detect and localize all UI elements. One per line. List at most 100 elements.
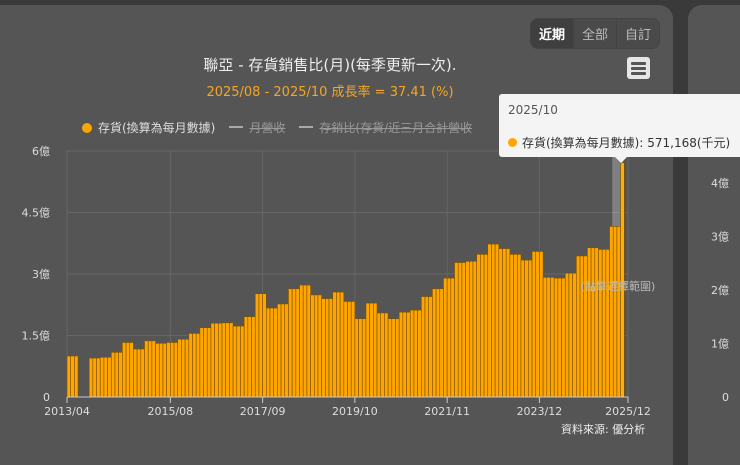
bar — [74, 355, 79, 398]
right-y-tick-label: 2億 — [711, 284, 729, 297]
bar — [616, 226, 621, 398]
bar — [310, 294, 315, 398]
bar — [502, 248, 507, 398]
bar — [144, 340, 149, 398]
bar — [210, 322, 215, 398]
bar — [609, 226, 614, 398]
bar — [203, 327, 208, 398]
x-tick-label: 2025/12 — [605, 405, 651, 418]
bar — [432, 288, 437, 398]
bar — [325, 298, 330, 398]
bar — [365, 302, 370, 398]
bar — [277, 303, 282, 398]
data-source: 資料來源: 優分析 — [561, 423, 646, 436]
right-y-tick-label: 4億 — [711, 177, 729, 190]
bar — [88, 357, 94, 398]
bar — [118, 352, 123, 398]
bar — [612, 226, 618, 398]
bar — [173, 342, 179, 398]
bar — [553, 277, 559, 398]
bar — [295, 288, 300, 398]
y-tick-label: 4.5億 — [22, 207, 51, 220]
bar — [605, 249, 610, 398]
bar — [428, 296, 433, 398]
bar — [240, 325, 245, 398]
bar — [136, 348, 142, 398]
x-tick-label: 2013/04 — [44, 405, 90, 418]
bar — [535, 251, 540, 398]
bar — [195, 333, 201, 398]
bar — [114, 352, 119, 398]
bar — [151, 340, 156, 398]
bar — [336, 291, 341, 398]
bar — [177, 338, 182, 398]
bar — [483, 254, 489, 398]
bar — [494, 243, 500, 398]
bar — [192, 333, 197, 398]
bar — [557, 277, 562, 398]
bar — [373, 302, 378, 398]
bar — [291, 288, 297, 398]
bar — [247, 316, 252, 398]
bar — [421, 296, 426, 398]
bar — [147, 340, 153, 398]
chart-svg: 0 1.5億 3億 4.5億 6億 2013/04 2015/08 2017/09 2019/1… — [22, 145, 730, 418]
bar — [387, 318, 393, 398]
bar — [299, 284, 304, 398]
tooltip-date: 2025/10 — [508, 103, 558, 117]
bar — [288, 288, 293, 398]
bar — [70, 355, 75, 398]
bar — [446, 277, 452, 398]
bar — [221, 322, 227, 398]
bar — [587, 247, 592, 398]
bar — [398, 311, 404, 398]
bar — [350, 301, 356, 398]
bar — [590, 247, 596, 398]
bar — [354, 318, 359, 398]
bar — [332, 291, 337, 398]
bar — [487, 243, 492, 398]
bar — [361, 318, 367, 398]
y-tick-label: 3億 — [32, 268, 50, 281]
bar — [369, 302, 374, 398]
bar — [107, 356, 112, 398]
bar — [380, 312, 385, 398]
bar — [472, 260, 477, 398]
bar — [317, 294, 322, 398]
bar — [133, 348, 138, 398]
y-tick-label: 1.5億 — [22, 330, 51, 343]
bar — [564, 272, 570, 398]
bar — [524, 259, 529, 398]
bar — [280, 303, 286, 398]
x-tick-label: 2023/12 — [517, 405, 563, 418]
right-y-tick-label: 1億 — [711, 338, 729, 351]
tooltip: 2025/10 存貨(換算為每月數據): 571,168(千元) — [499, 94, 740, 163]
bar — [476, 254, 481, 398]
bar — [254, 293, 260, 398]
bar — [218, 322, 223, 398]
bar — [395, 318, 400, 398]
bar — [162, 342, 167, 398]
bar — [505, 248, 511, 398]
x-tick-label: 2021/11 — [424, 405, 470, 418]
bar — [269, 307, 274, 398]
bar — [243, 316, 249, 398]
bar — [284, 303, 289, 398]
bar — [454, 262, 459, 398]
bar — [262, 293, 267, 398]
bar — [576, 255, 581, 398]
bar — [531, 251, 537, 398]
bar — [321, 298, 326, 398]
bar — [572, 272, 577, 398]
bar — [92, 357, 97, 398]
bar — [450, 277, 455, 398]
bar — [513, 254, 518, 398]
x-tick-label: 2017/09 — [240, 405, 286, 418]
bar — [140, 348, 145, 398]
bar — [236, 325, 241, 398]
bar — [266, 307, 271, 398]
bar — [110, 352, 116, 398]
bar — [598, 249, 603, 398]
y-tick-label: 6億 — [32, 145, 50, 158]
bar — [480, 254, 485, 398]
